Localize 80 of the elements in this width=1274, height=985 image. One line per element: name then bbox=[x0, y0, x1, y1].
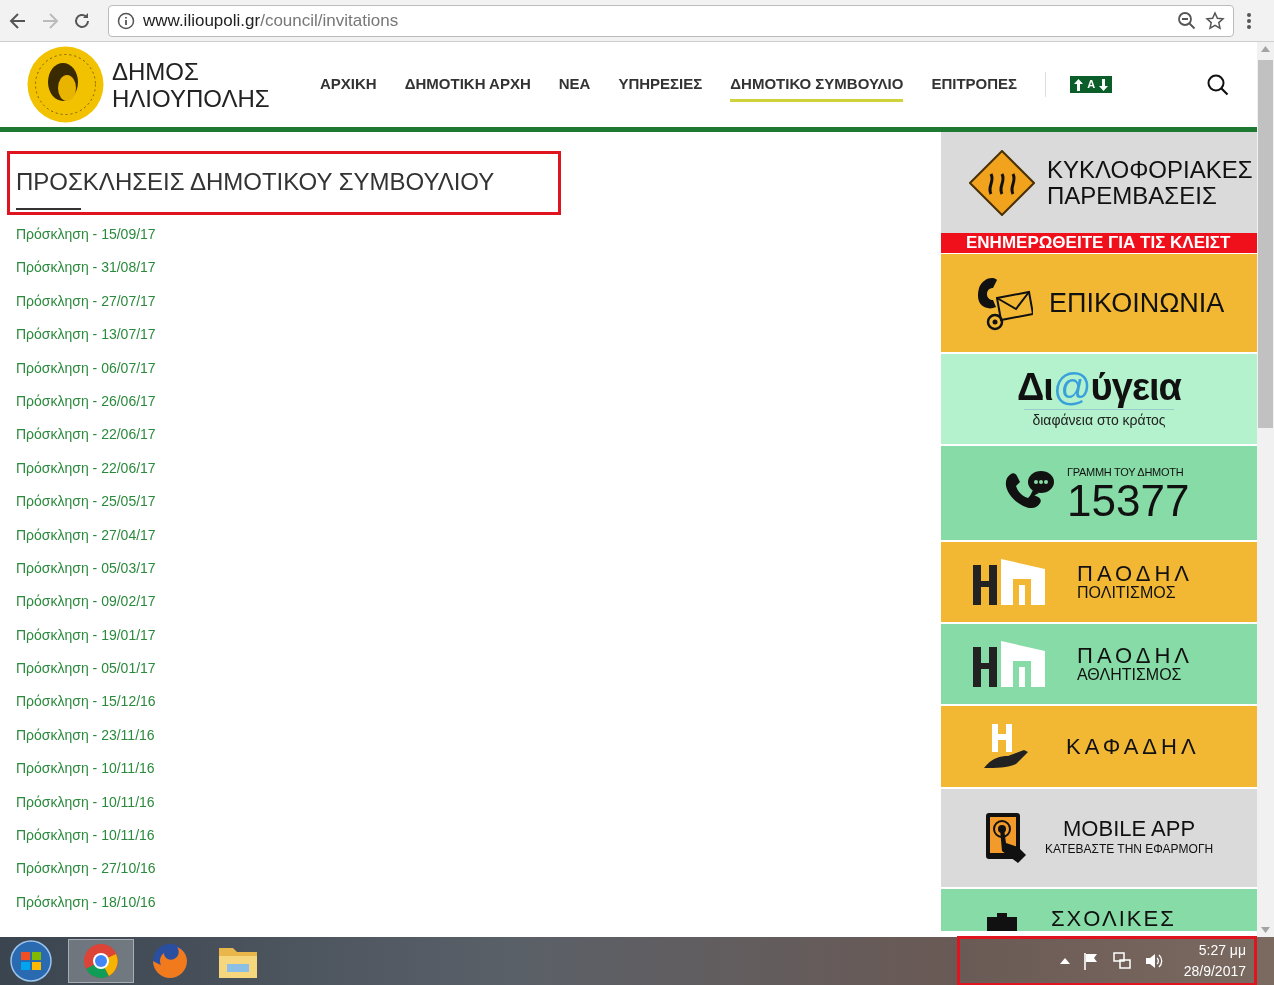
tile-title: ΕΠΙΚΟΙΝΩΝΙΑ bbox=[1049, 286, 1225, 320]
chrome-taskbar-button[interactable] bbox=[68, 939, 134, 983]
invitation-link[interactable]: Πρόσκληση - 19/01/17 bbox=[16, 624, 156, 646]
hotline-tile[interactable]: ΓΡΑΜΜΗ ΤΟΥ ΔΗΜΟΤΗ 15377 bbox=[941, 446, 1257, 540]
invitation-link[interactable]: Πρόσκληση - 27/10/16 bbox=[16, 858, 156, 880]
menu-icon[interactable] bbox=[1246, 10, 1252, 31]
tile-title: ΚΑΦΑΔΗΛ bbox=[1066, 733, 1200, 761]
tile-subtitle: ΚΑΤΕΒΑΣΤΕ ΤΗΝ ΕΦΑΡΜΟΓΗ bbox=[1045, 841, 1214, 858]
network-icon[interactable] bbox=[1111, 952, 1132, 970]
hand-letter-icon bbox=[984, 723, 1030, 770]
search-icon[interactable] bbox=[1207, 73, 1229, 96]
invitation-link[interactable]: Πρόσκληση - 18/10/16 bbox=[16, 891, 156, 913]
invitation-link[interactable]: Πρόσκληση - 22/06/17 bbox=[16, 457, 156, 479]
tile-subtitle: διαφάνεια στο κράτος bbox=[1024, 409, 1174, 431]
font-size-control[interactable]: A bbox=[1070, 76, 1113, 93]
info-icon[interactable] bbox=[117, 11, 135, 30]
back-icon[interactable] bbox=[8, 10, 28, 31]
invitation-link[interactable]: Πρόσκληση - 10/11/16 bbox=[16, 758, 155, 780]
invitation-link[interactable]: Πρόσκληση - 15/09/17 bbox=[16, 224, 156, 245]
news-ticker[interactable]: ΕΝΗΜΕΡΩΘΕΙΤΕ ΓΙΑ ΤΙΣ ΚΛΕΙΣΤ bbox=[941, 233, 1257, 253]
traffic-tile[interactable]: ΚΥΚΛΟΦΟΡΙΑΚΕΣ ΠΑΡΕΜΒΑΣΕΙΣ bbox=[941, 132, 1257, 233]
scrollbar[interactable] bbox=[1257, 42, 1274, 937]
address-bar[interactable]: www.ilioupoli.gr/council/invitations bbox=[108, 4, 1234, 37]
invitation-link[interactable]: Πρόσκληση - 22/06/17 bbox=[16, 424, 156, 446]
invitation-link[interactable]: Πρόσκληση - 27/07/17 bbox=[16, 290, 156, 312]
tile-title: ΠΑΟΔΗΛ bbox=[1077, 645, 1194, 667]
building-h-icon bbox=[973, 641, 1045, 687]
hotline-number: 15377 bbox=[1067, 480, 1190, 523]
invitation-link[interactable]: Πρόσκληση - 26/06/17 bbox=[16, 390, 156, 412]
star-icon[interactable] bbox=[1205, 10, 1225, 31]
invitation-link[interactable]: Πρόσκληση - 05/01/17 bbox=[16, 658, 156, 680]
arrow-down-icon bbox=[1099, 78, 1109, 91]
scrollbar-thumb[interactable] bbox=[1258, 60, 1273, 428]
tile-subtitle: ΓΡΑΜΜΗ ΤΟΥ ΔΗΜΟΤΗ bbox=[1067, 464, 1185, 480]
clock[interactable]: 5:27 μμ 28/9/2017 bbox=[1183, 940, 1246, 982]
building-h-icon bbox=[973, 559, 1045, 605]
invitation-link[interactable]: Πρόσκληση - 09/02/17 bbox=[16, 591, 156, 613]
invitation-link[interactable]: Πρόσκληση - 10/11/16 bbox=[16, 791, 155, 813]
diavgeia-tile[interactable]: Δι@ύγεια διαφάνεια στο κράτος bbox=[941, 354, 1257, 444]
tile-title: MOBILE APP bbox=[1063, 818, 1196, 840]
schools-tile[interactable]: ΣΧΟΛΙΚΕΣ bbox=[941, 889, 1257, 931]
nav-link[interactable]: ΔΗΜΟΤΙΚΟ ΣΥΜΒΟΥΛΙΟ bbox=[730, 73, 904, 102]
tile-subtitle: ΠΟΛΙΤΙΣΜΟΣ bbox=[1077, 585, 1177, 601]
show-hidden-icons-icon[interactable] bbox=[1059, 958, 1070, 964]
nav-link[interactable]: ΔΗΜΟΤΙΚΗ ΑΡΧΗ bbox=[404, 73, 531, 102]
invitation-link[interactable]: Πρόσκληση - 25/05/17 bbox=[16, 491, 156, 513]
diavgeia-logo: Δι@ύγεια bbox=[1016, 367, 1182, 407]
tile-title: ΣΧΟΛΙΚΕΣ bbox=[1051, 907, 1176, 931]
zoom-out-icon[interactable] bbox=[1177, 10, 1197, 31]
tile-title: ΠΑΡΕΜΒΑΣΕΙΣ bbox=[1047, 182, 1218, 209]
paodil-tile[interactable]: ΠΑΟΔΗΛ ΠΟΛΙΤΙΣΜΟΣ bbox=[941, 542, 1257, 622]
invitation-link[interactable]: Πρόσκληση - 06/07/17 bbox=[16, 357, 156, 379]
invitation-link[interactable]: Πρόσκληση - 13/07/17 bbox=[16, 324, 156, 346]
invitation-link[interactable]: Πρόσκληση - 23/11/16 bbox=[16, 724, 155, 746]
kafadil-tile[interactable]: ΚΑΦΑΔΗΛ bbox=[941, 706, 1257, 787]
nav-link[interactable]: ΕΠΙΤΡΟΠΕΣ bbox=[931, 73, 1018, 102]
nav-link[interactable]: ΝΕΑ bbox=[558, 73, 591, 102]
invitation-link[interactable]: Πρόσκληση - 27/04/17 bbox=[16, 524, 156, 546]
nav-link[interactable]: ΥΠΗΡΕΣΙΕΣ bbox=[618, 73, 703, 102]
volume-icon[interactable] bbox=[1143, 952, 1164, 970]
coin-logo[interactable] bbox=[27, 46, 104, 123]
contact-tile[interactable]: ΕΠΙΚΟΙΝΩΝΙΑ bbox=[941, 254, 1257, 352]
bag-icon bbox=[985, 913, 1019, 931]
invitation-link[interactable]: Πρόσκληση - 05/03/17 bbox=[16, 557, 156, 579]
tile-title: ΚΥΚΛΟΦΟΡΙΑΚΕΣ bbox=[1047, 156, 1253, 183]
page-title: ΠΡΟΣΚΛΗΣΕΙΣ ΔΗΜΟΤΙΚΟΥ ΣΥΜΒΟΥΛΙΟΥ bbox=[16, 167, 496, 197]
site-name[interactable]: ΔΗΜΟΣ ΗΛΙΟΥΠΟΛΗΣ bbox=[112, 57, 282, 112]
road-sign-icon bbox=[969, 149, 1035, 216]
paodil-tile[interactable]: ΠΑΟΔΗΛ ΑΘΛΗΤΙΣΜΟΣ bbox=[941, 624, 1257, 704]
invitation-link[interactable]: Πρόσκληση - 15/12/16 bbox=[16, 691, 156, 713]
tile-title: ΠΑΟΔΗΛ bbox=[1077, 563, 1194, 585]
url-text: www.ilioupoli.gr/council/invitations bbox=[143, 9, 399, 32]
arrow-up-icon bbox=[1074, 78, 1084, 91]
flag-icon[interactable] bbox=[1081, 952, 1100, 970]
tile-subtitle: ΑΘΛΗΤΙΣΜΟΣ bbox=[1077, 667, 1183, 683]
firefox-taskbar-icon[interactable] bbox=[150, 941, 190, 981]
mobile-app-tile[interactable]: MOBILE APP ΚΑΤΕΒΑΣΤΕ ΤΗΝ ΕΦΑΡΜΟΓΗ bbox=[941, 789, 1257, 887]
nav-link[interactable]: ΑΡΧΙΚΗ bbox=[320, 73, 377, 102]
invitation-link[interactable]: Πρόσκληση - 10/11/16 bbox=[16, 825, 155, 847]
invitation-link[interactable]: Πρόσκληση - 31/08/17 bbox=[16, 257, 156, 279]
